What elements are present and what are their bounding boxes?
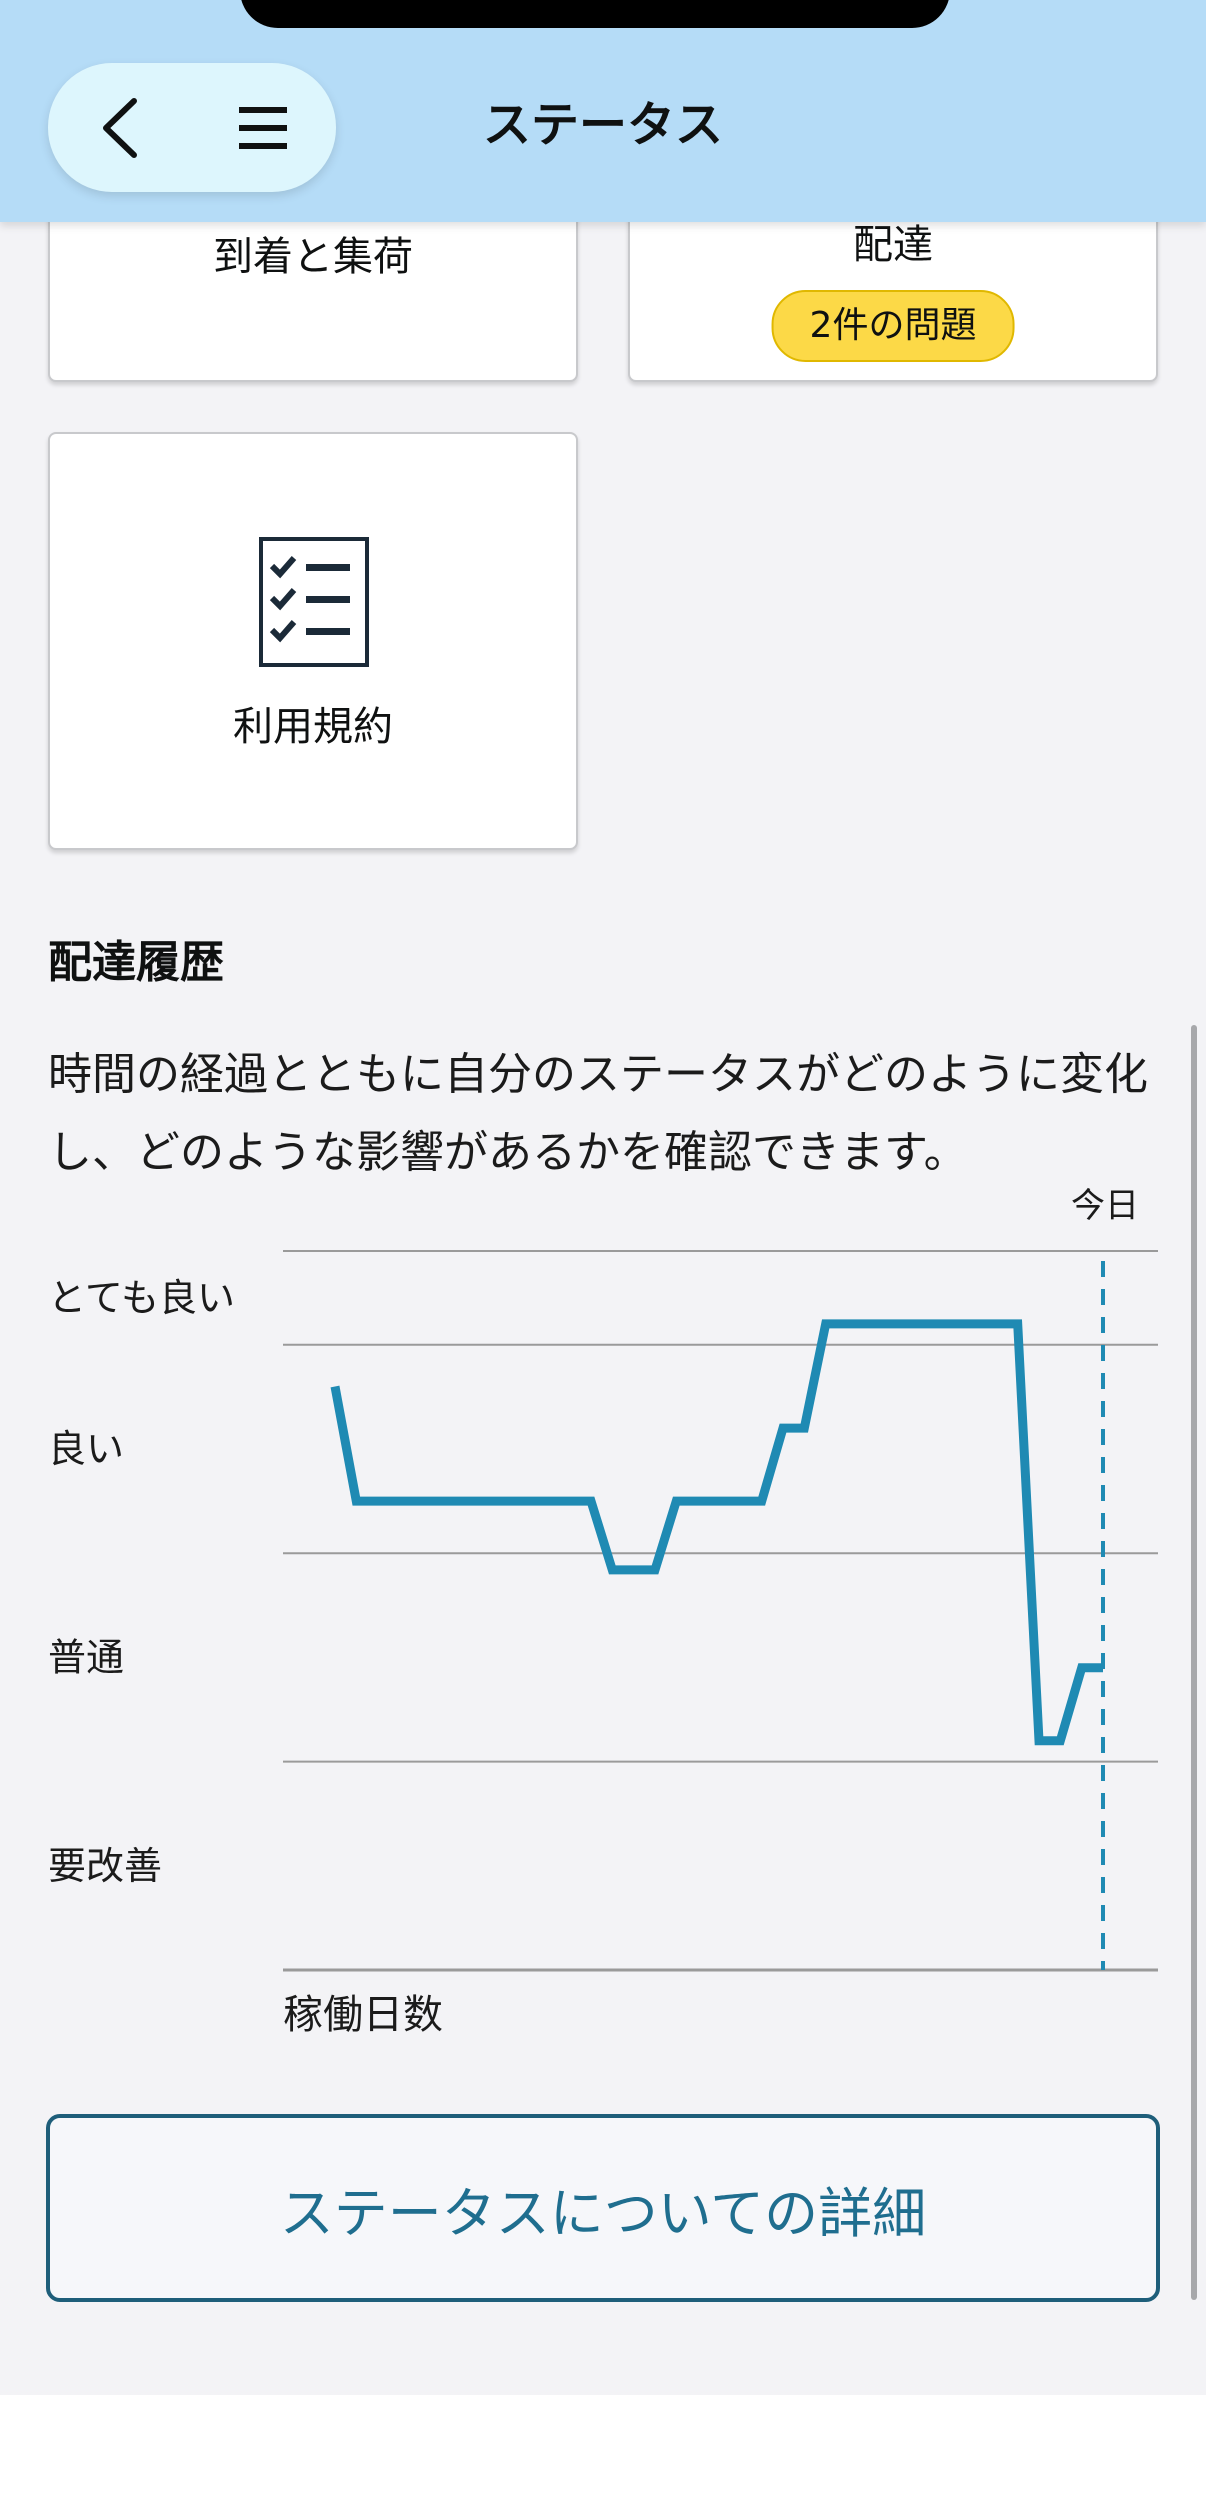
delivery-history-description: 時間の経過とともに自分のステータスがどのように変化し、どのような影響があるかを確… [48,1049,1148,1178]
y-level-label: 良い [48,1427,124,1471]
today-label: 今日 [1071,1186,1139,1226]
app-header: ステータス [0,0,1206,222]
delivery-history-title: 配達履歴 [48,937,224,988]
y-level-label: とても良い [48,1276,235,1320]
terms-card[interactable]: 利用規約 [48,432,578,850]
arrival-pickup-label: 到着と集荷 [213,234,413,280]
device-notch [240,0,950,28]
y-level-label: 要改善 [48,1844,162,1888]
page-title: ステータス [482,97,723,153]
status-details-button[interactable]: ステータスについての詳細 [46,2114,1160,2302]
checklist-icon [258,536,370,668]
status-series-line [330,1319,1103,1746]
x-axis-label: 稼働日数 [283,1992,443,2038]
terms-label: 利用規約 [233,704,393,750]
status-details-label: ステータスについての詳細 [279,2181,927,2245]
y-level-label: 普通 [48,1635,124,1679]
scrollbar[interactable] [1191,1025,1197,2300]
status-history-chart: とても良い良い普通要改善稼働日数 今日 [0,1170,1206,2054]
issue-count-badge: 2件の問題 [771,290,1015,362]
